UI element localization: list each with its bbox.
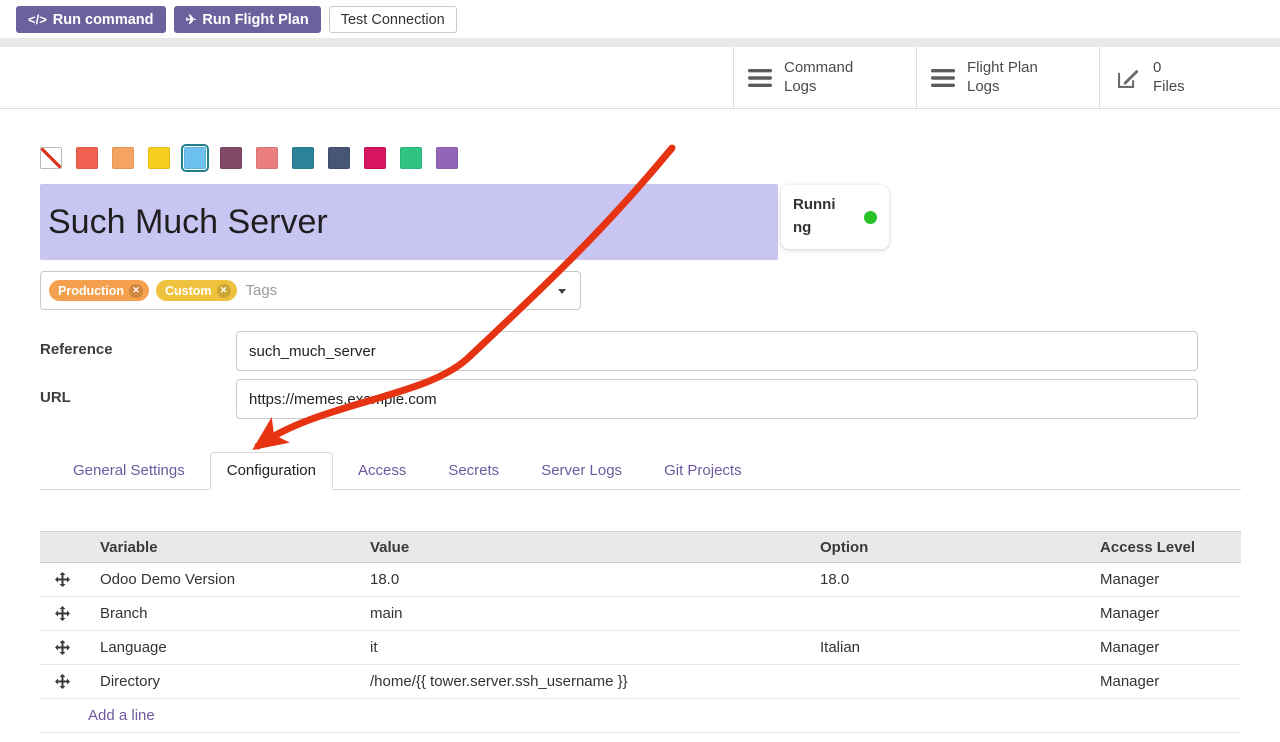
drag-handle-icon[interactable]	[40, 674, 85, 689]
tab-secrets[interactable]: Secrets	[431, 452, 516, 490]
separator-strip	[0, 38, 1280, 47]
cell-variable[interactable]: Branch	[85, 605, 355, 622]
command-logs-label: Command Logs	[784, 59, 870, 97]
status-label: Running	[793, 193, 843, 241]
files-count-label: 0 Files	[1153, 59, 1185, 97]
cell-access-level[interactable]: Manager	[1085, 673, 1241, 690]
tag-custom-label: Custom	[165, 284, 212, 298]
cell-value[interactable]: 18.0	[355, 571, 805, 588]
record-header: Command Logs Flight Plan Logs 0 Files	[0, 47, 1280, 109]
command-logs-button[interactable]: Command Logs	[733, 47, 916, 109]
add-a-line-link[interactable]: Add a line	[88, 707, 155, 724]
cell-value[interactable]: main	[355, 605, 805, 622]
tag-remove-icon[interactable]: ✕	[129, 284, 143, 298]
table-row: Branch main Manager	[40, 597, 1241, 631]
cell-access-level[interactable]: Manager	[1085, 571, 1241, 588]
cell-option[interactable]: Italian	[805, 639, 1085, 656]
color-swatch-none[interactable]	[40, 147, 62, 169]
table-row: Language it Italian Manager	[40, 631, 1241, 665]
status-widget[interactable]: Running	[781, 185, 889, 249]
table-row: Odoo Demo Version 18.0 18.0 Manager	[40, 563, 1241, 597]
test-connection-label: Test Connection	[341, 12, 445, 28]
url-label: URL	[40, 389, 71, 406]
url-input[interactable]	[236, 379, 1198, 419]
reference-input[interactable]	[236, 331, 1198, 371]
plane-icon: ✈	[186, 12, 197, 28]
tab-general-settings[interactable]: General Settings	[56, 452, 202, 490]
config-variables-table: Variable Value Option Access Level Odoo …	[40, 531, 1241, 733]
cell-variable[interactable]: Odoo Demo Version	[85, 571, 355, 588]
tab-server-logs[interactable]: Server Logs	[524, 452, 639, 490]
color-swatch-maroon[interactable]	[220, 147, 242, 169]
color-swatch-orange[interactable]	[112, 147, 134, 169]
tab-access[interactable]: Access	[341, 452, 423, 490]
tags-placeholder: Tags	[246, 282, 278, 299]
edit-pencil-icon	[1114, 65, 1141, 92]
table-row: Directory /home/{{ tower.server.ssh_user…	[40, 665, 1241, 699]
color-swatch-yellow[interactable]	[148, 147, 170, 169]
tag-production[interactable]: Production ✕	[49, 280, 149, 301]
run-flight-plan-label: Run Flight Plan	[202, 12, 308, 28]
column-header-variable: Variable	[85, 539, 355, 556]
flight-plan-logs-button[interactable]: Flight Plan Logs	[916, 47, 1099, 109]
tab-configuration[interactable]: Configuration	[210, 452, 333, 490]
test-connection-button[interactable]: Test Connection	[329, 6, 457, 33]
stat-buttons: Command Logs Flight Plan Logs 0 Files	[733, 47, 1280, 109]
action-toolbar: </> Run command ✈ Run Flight Plan Test C…	[16, 6, 457, 33]
color-swatch-purple[interactable]	[436, 147, 458, 169]
tags-input[interactable]: Production ✕ Custom ✕ Tags	[40, 271, 581, 310]
cell-option[interactable]: 18.0	[805, 571, 1085, 588]
list-icon	[748, 68, 772, 88]
add-line-row: Add a line	[40, 699, 1241, 733]
color-swatch-salmon[interactable]	[256, 147, 278, 169]
code-icon: </>	[28, 12, 47, 27]
cell-value[interactable]: it	[355, 639, 805, 656]
drag-handle-icon[interactable]	[40, 606, 85, 621]
color-swatch-teal[interactable]	[292, 147, 314, 169]
run-flight-plan-button[interactable]: ✈ Run Flight Plan	[174, 6, 321, 33]
color-swatch-red[interactable]	[76, 147, 98, 169]
files-label: Files	[1153, 78, 1185, 95]
flight-plan-logs-label: Flight Plan Logs	[967, 59, 1053, 97]
reference-label: Reference	[40, 341, 113, 358]
notebook-tabs: General Settings Configuration Access Se…	[40, 452, 1241, 490]
tag-custom[interactable]: Custom ✕	[156, 280, 237, 301]
tab-git-projects[interactable]: Git Projects	[647, 452, 759, 490]
drag-handle-icon[interactable]	[40, 572, 85, 587]
cell-access-level[interactable]: Manager	[1085, 605, 1241, 622]
color-palette	[40, 147, 458, 169]
column-header-option: Option	[805, 539, 1085, 556]
column-header-value: Value	[355, 539, 805, 556]
drag-handle-icon[interactable]	[40, 640, 85, 655]
files-button[interactable]: 0 Files	[1099, 47, 1280, 109]
color-swatch-magenta[interactable]	[364, 147, 386, 169]
cell-variable[interactable]: Directory	[85, 673, 355, 690]
table-header-row: Variable Value Option Access Level	[40, 531, 1241, 563]
app-window: </> Run command ✈ Run Flight Plan Test C…	[0, 0, 1280, 742]
cell-variable[interactable]: Language	[85, 639, 355, 656]
run-command-label: Run command	[53, 12, 154, 28]
files-count: 0	[1153, 59, 1161, 76]
list-icon	[931, 68, 955, 88]
tag-production-label: Production	[58, 284, 124, 298]
tag-remove-icon[interactable]: ✕	[217, 284, 231, 298]
color-swatch-green[interactable]	[400, 147, 422, 169]
cell-value[interactable]: /home/{{ tower.server.ssh_username }}	[355, 673, 805, 690]
server-name-input[interactable]	[40, 184, 778, 260]
status-dot-icon	[864, 211, 877, 224]
column-header-access-level: Access Level	[1085, 539, 1241, 556]
color-swatch-cyan-selected[interactable]	[184, 147, 206, 169]
chevron-down-icon[interactable]	[558, 289, 566, 294]
color-swatch-navy[interactable]	[328, 147, 350, 169]
run-command-button[interactable]: </> Run command	[16, 6, 166, 33]
cell-access-level[interactable]: Manager	[1085, 639, 1241, 656]
